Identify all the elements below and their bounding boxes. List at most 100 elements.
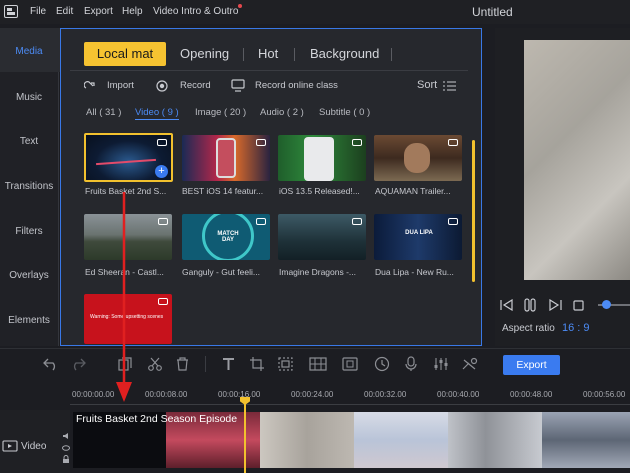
import-button[interactable]: Import (107, 80, 134, 91)
menu-edit[interactable]: Edit (56, 6, 73, 17)
audio-mixer-icon[interactable] (433, 357, 449, 371)
tab-separator (243, 48, 244, 61)
delete-icon[interactable] (176, 357, 189, 371)
clip-frame (448, 412, 542, 468)
nav-item-elements[interactable]: Elements (0, 315, 58, 326)
text-tool-icon[interactable] (222, 357, 235, 371)
window-title: Untitled (472, 5, 513, 19)
video-badge-icon (256, 139, 266, 146)
video-track-label: Video (21, 441, 47, 452)
clip-title: Fruits Basket 2nd Season Episode (76, 413, 238, 425)
media-thumb-aquaman[interactable] (374, 135, 462, 181)
video-track-icon (2, 440, 18, 452)
filter-subtitle[interactable]: Subtitle ( 0 ) (319, 107, 370, 118)
nav-item-filters[interactable]: Filters (0, 226, 58, 237)
ruler-tick-label: 00:00:16.00 (218, 390, 261, 399)
sort-button[interactable]: Sort (417, 79, 437, 91)
nav-divider (58, 72, 59, 346)
video-badge-icon (448, 218, 458, 225)
nav-item-overlays[interactable]: Overlays (0, 270, 58, 281)
video-badge-icon (157, 139, 167, 146)
video-badge-icon (158, 218, 168, 225)
play-pause-icon[interactable] (522, 297, 538, 313)
filter-video[interactable]: Video ( 9 ) (135, 107, 179, 120)
record-online-class-icon[interactable] (231, 79, 245, 92)
menu-help[interactable]: Help (122, 6, 143, 17)
drag-arrow-annotation (116, 192, 132, 402)
track-volume-icon[interactable] (62, 432, 70, 440)
filter-image[interactable]: Image ( 20 ) (195, 107, 246, 118)
media-label: AQUAMAN Trailer... (375, 186, 451, 196)
filter-all[interactable]: All ( 31 ) (86, 107, 121, 118)
ruler-tick-label: 00:00:40.00 (437, 390, 480, 399)
media-label: Dua Lipa - New Ru... (375, 267, 454, 277)
match-day-text: MATCH DAY (217, 231, 239, 243)
media-thumb-ganguly[interactable]: MATCH DAY (182, 214, 270, 260)
toolbar-divider (205, 356, 206, 372)
stop-icon[interactable] (573, 300, 584, 311)
media-thumb-dua-lipa[interactable]: DUA LIPA (374, 214, 462, 260)
video-badge-icon (158, 298, 168, 305)
green-screen-icon[interactable] (462, 357, 478, 371)
ruler-tick-label: 00:00:56.00 (583, 390, 626, 399)
prev-frame-icon[interactable] (500, 299, 514, 311)
nav-item-media[interactable]: Media (0, 46, 58, 57)
menu-file[interactable]: File (30, 6, 46, 17)
track-visibility-icon[interactable] (62, 444, 70, 452)
video-badge-icon (448, 139, 458, 146)
voiceover-mic-icon[interactable] (405, 356, 417, 372)
tab-hot[interactable]: Hot (258, 42, 278, 66)
clip-frame (260, 412, 354, 468)
media-thumb-ios14[interactable] (182, 135, 270, 181)
ruler-tick-label: 00:00:24.00 (291, 390, 334, 399)
nav-item-music[interactable]: Music (0, 92, 58, 103)
undo-icon[interactable] (43, 357, 59, 371)
media-label: iOS 13.5 Released!... (279, 186, 360, 196)
dua-lipa-text: DUA LIPA (405, 230, 433, 236)
ruler-tick-label: 00:00:00.00 (72, 390, 115, 399)
tab-opening[interactable]: Opening (180, 42, 229, 66)
nav-item-text[interactable]: Text (0, 136, 58, 147)
timeline-playhead[interactable] (244, 397, 246, 473)
tabs-divider (70, 70, 468, 71)
duration-icon[interactable] (374, 356, 390, 372)
media-label: BEST iOS 14 featur... (182, 186, 264, 196)
import-icon[interactable] (84, 80, 96, 91)
ruler-baseline (70, 404, 630, 405)
aspect-ratio-label: Aspect ratio (502, 323, 555, 334)
split-icon[interactable] (148, 357, 162, 371)
video-badge-icon (352, 139, 362, 146)
sort-list-icon[interactable] (443, 81, 456, 91)
media-thumb-ios135[interactable] (278, 135, 366, 181)
freeze-frame-icon[interactable] (342, 357, 358, 371)
next-frame-icon[interactable] (548, 299, 562, 311)
media-thumb-imagine-dragons[interactable] (278, 214, 366, 260)
crop-icon[interactable] (250, 357, 264, 371)
clip-frame (354, 412, 448, 468)
video-badge-icon (256, 218, 266, 225)
menu-export[interactable]: Export (84, 6, 113, 17)
filter-audio[interactable]: Audio ( 2 ) (260, 107, 304, 118)
record-button[interactable]: Record (180, 80, 211, 91)
ruler-tick-label: 00:00:48.00 (510, 390, 553, 399)
volume-slider-knob[interactable] (602, 300, 611, 309)
media-thumb-fruits-basket[interactable]: + (84, 133, 173, 182)
menu-video-intro-outro[interactable]: Video Intro & Outro (153, 6, 238, 17)
mosaic-icon[interactable] (309, 357, 327, 371)
preview-frame (524, 40, 630, 280)
tab-background[interactable]: Background (310, 42, 379, 66)
nav-item-transitions[interactable]: Transitions (0, 181, 58, 192)
tab-local-mat[interactable]: Local mat (84, 42, 166, 66)
tab-separator (294, 48, 295, 61)
redo-icon[interactable] (70, 357, 86, 371)
export-button[interactable]: Export (503, 355, 560, 375)
record-icon[interactable] (156, 80, 168, 92)
video-badge-icon (352, 218, 362, 225)
aspect-ratio-value[interactable]: 16 : 9 (562, 322, 590, 334)
media-label: Imagine Dragons -... (279, 267, 357, 277)
add-icon[interactable]: + (155, 165, 168, 178)
zoom-tool-icon[interactable] (278, 357, 293, 371)
record-online-class-button[interactable]: Record online class (255, 80, 338, 91)
media-scrollbar[interactable] (472, 140, 475, 282)
track-lock-icon[interactable] (62, 455, 70, 463)
